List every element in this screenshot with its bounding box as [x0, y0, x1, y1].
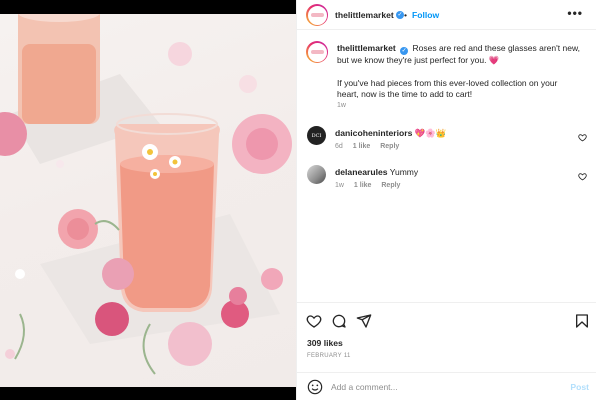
- caption-gap: [337, 67, 592, 78]
- emoji-icon[interactable]: [307, 379, 323, 395]
- verified-badge-icon: ✓: [396, 11, 404, 19]
- commenter-username[interactable]: delanearules: [335, 167, 388, 177]
- follow-button[interactable]: Follow: [412, 10, 439, 20]
- letterbox-top: [0, 0, 296, 14]
- caption-avatar-logo: [307, 42, 327, 62]
- caption-line-2: but we know they're just perfect for you…: [337, 55, 487, 65]
- commenter-avatar[interactable]: DCI: [307, 126, 326, 145]
- drinks-photo-illustration: [0, 14, 292, 375]
- letterbox-bottom: [0, 387, 296, 400]
- post-image[interactable]: [0, 14, 296, 387]
- comment-text: 💖🌸👑: [414, 128, 447, 138]
- comment-item: delanearules Yummy 1w 1 like Reply: [297, 165, 596, 201]
- author-username[interactable]: thelittlemarket: [335, 10, 394, 20]
- reply-button[interactable]: Reply: [380, 143, 399, 150]
- post-comment-button[interactable]: Post: [570, 382, 589, 392]
- comment-text: Yummy: [389, 167, 419, 177]
- header-dot-separator: •: [404, 10, 408, 20]
- author-avatar[interactable]: [306, 4, 328, 26]
- comment-timestamp[interactable]: 6d: [335, 143, 343, 150]
- post-side-panel: thelittlemarket ✓ • Follow ••• thelittle…: [296, 0, 596, 400]
- commenter-username[interactable]: danicoheninteriors: [335, 128, 412, 138]
- comment-meta: 6d 1 like Reply: [335, 143, 407, 150]
- comment-input[interactable]: [331, 379, 551, 395]
- verified-badge-icon: ✓: [400, 47, 409, 55]
- reply-button[interactable]: Reply: [381, 182, 400, 189]
- logo-mark: [310, 13, 324, 17]
- comment-heart-icon[interactable]: [578, 133, 587, 142]
- caption-second-line: but we know they're just perfect for you…: [337, 55, 592, 67]
- caption-line-3: If you've had pieces from this ever-love…: [337, 77, 558, 88]
- caption-line-1: Roses are red and these glasses aren't n…: [412, 43, 580, 53]
- heart-icon[interactable]: [306, 313, 322, 329]
- comment-timestamp[interactable]: 1w: [335, 182, 344, 189]
- commenter-avatar[interactable]: [307, 165, 326, 184]
- caption-text: thelittlemarket ✓ Roses are red and thes…: [337, 43, 592, 101]
- comment-icon[interactable]: [331, 313, 347, 329]
- caption-timestamp[interactable]: 1w: [337, 102, 346, 109]
- logo-mark: [310, 50, 324, 54]
- instagram-post-modal: thelittlemarket ✓ • Follow ••• thelittle…: [0, 0, 596, 400]
- post-header: thelittlemarket ✓ • Follow •••: [297, 0, 596, 30]
- add-comment-bar: Post: [297, 372, 596, 400]
- caption-line-4: heart, now is the time to add to cart!: [337, 89, 473, 100]
- comment-item: DCI danicoheninteriors 💖🌸👑 6d 1 like Rep…: [297, 126, 596, 162]
- post-date[interactable]: FEBRUARY 11: [307, 353, 351, 359]
- caption-author-avatar[interactable]: [306, 41, 328, 63]
- share-icon[interactable]: [356, 313, 372, 329]
- pink-heart-emoji: 💗: [488, 55, 500, 65]
- comment-meta: 1w 1 like Reply: [335, 182, 408, 189]
- author-avatar-logo: [307, 5, 327, 25]
- comment-like-count[interactable]: 1 like: [353, 143, 371, 150]
- post-photo-panel: [0, 0, 296, 400]
- bookmark-icon[interactable]: [574, 313, 590, 329]
- comment-body: danicoheninteriors 💖🌸👑: [335, 128, 447, 139]
- likes-count[interactable]: 309 likes: [307, 338, 343, 348]
- caption-first-line: thelittlemarket ✓ Roses are red and thes…: [337, 43, 592, 55]
- comment-like-count[interactable]: 1 like: [354, 182, 372, 189]
- comment-body: delanearules Yummy: [335, 167, 418, 177]
- caption-username[interactable]: thelittlemarket: [337, 43, 396, 53]
- comment-heart-icon[interactable]: [578, 172, 587, 181]
- more-options-icon[interactable]: •••: [567, 6, 583, 20]
